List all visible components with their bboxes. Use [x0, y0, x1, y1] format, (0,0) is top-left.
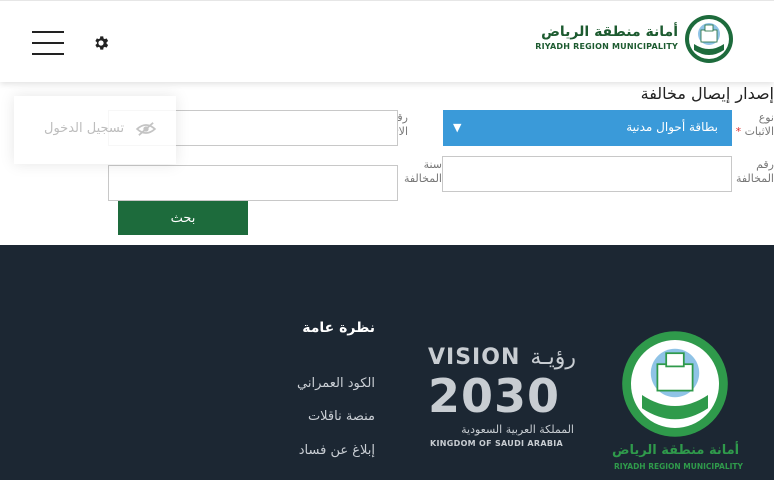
violation-number-input[interactable] [442, 156, 732, 192]
vision-year: 2030 [428, 369, 561, 423]
id-type-selected-value: بطاقة أحوال مدنية [626, 120, 718, 134]
id-type-label: نوع الاثبات * [735, 111, 774, 138]
footer-logo-english-text: RIYADH REGION MUNICIPALITY [614, 462, 743, 471]
logo-arabic-text: أمانة منطقة الرياض [541, 24, 678, 40]
riyadh-emblem-icon [622, 331, 728, 437]
site-footer: نظرة عامة الكود العمراني منصة ناقلات إبل… [0, 245, 774, 480]
dropdown-arrow-icon: ▼ [453, 121, 462, 134]
violation-year-input[interactable] [108, 165, 398, 201]
hamburger-menu-icon[interactable] [32, 31, 64, 55]
footer-link-carriers-platform[interactable]: منصة ناقلات [308, 409, 375, 424]
search-button[interactable]: بحث [118, 201, 248, 235]
vision-2030-logo: VISION رؤيـة 2030 المملكة العربية السعود… [428, 345, 578, 448]
violation-year-label: سنة المخالفة [403, 158, 442, 185]
id-type-select[interactable]: بطاقة أحوال مدنية ▼ [443, 110, 732, 146]
riyadh-emblem-icon [685, 15, 733, 63]
login-card[interactable]: تسجيل الدخول [14, 96, 176, 164]
violation-number-label: رقم المخالفة [735, 158, 774, 185]
footer-heading: نظرة عامة [302, 320, 375, 336]
top-header: أمانة منطقة الرياض RIYADH REGION MUNICIP… [0, 0, 774, 82]
vision-arabic-subtitle: المملكة العربية السعودية [461, 423, 574, 436]
page-title: إصدار إيصال مخالفة [640, 84, 774, 103]
gear-icon[interactable] [92, 34, 110, 52]
vision-english-subtitle: KINGDOM OF SAUDI ARABIA [430, 439, 563, 448]
vision-english-title: VISION [428, 345, 521, 370]
footer-logo-arabic-text: أمانة منطقة الرياض [612, 443, 740, 458]
login-label: تسجيل الدخول [44, 121, 125, 136]
footer-link-urban-code[interactable]: الكود العمراني [297, 376, 375, 391]
riyadh-logo[interactable]: أمانة منطقة الرياض RIYADH REGION MUNICIP… [535, 14, 734, 66]
vision-arabic-title: رؤيـة [530, 345, 576, 370]
eye-slash-icon[interactable] [135, 121, 157, 137]
logo-english-text: RIYADH REGION MUNICIPALITY [535, 42, 678, 51]
footer-link-report-corruption[interactable]: إبلاغ عن فساد [299, 443, 375, 458]
